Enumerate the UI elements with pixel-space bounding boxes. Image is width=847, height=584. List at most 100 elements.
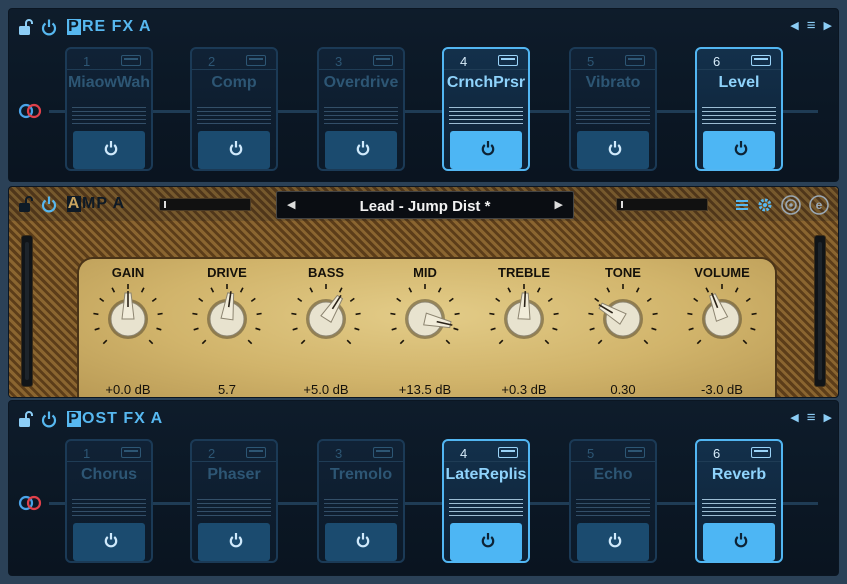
pedal-bypass-switch[interactable]: [73, 523, 145, 561]
pedal-name[interactable]: Tremolo: [319, 466, 403, 484]
amp-knob-mid[interactable]: MID +13.5 dB: [376, 259, 474, 397]
link-rings-icon[interactable]: [17, 103, 43, 119]
next-arrow-icon[interactable]: ▶: [824, 20, 832, 32]
pedal-slot[interactable]: 2 Phaser: [190, 439, 278, 563]
pedal-bypass-switch[interactable]: [198, 131, 270, 169]
pedal-name[interactable]: Echo: [571, 466, 655, 484]
pedal-menu-icon[interactable]: [498, 447, 518, 458]
pedal-bypass-switch[interactable]: [198, 523, 270, 561]
knob-dial[interactable]: [286, 279, 366, 359]
power-icon[interactable]: [41, 195, 57, 213]
amp-knob-gain[interactable]: GAIN +0.0 dB: [79, 259, 177, 397]
knob-dial[interactable]: [682, 279, 762, 359]
pedal-slot[interactable]: 5 Echo: [569, 439, 657, 563]
pedal-name[interactable]: LateReplis: [444, 466, 528, 484]
pedal-slot[interactable]: 1 MiaowWah: [65, 47, 153, 171]
menu-icon[interactable]: ≡: [807, 410, 816, 425]
pedal-bypass-switch[interactable]: [703, 523, 775, 561]
link-rings-icon[interactable]: [17, 495, 43, 511]
pedal-bypass-switch[interactable]: [577, 131, 649, 169]
knob-dial[interactable]: [583, 279, 663, 359]
menu-icon[interactable]: [734, 197, 750, 213]
pedal-bypass-switch[interactable]: [325, 523, 397, 561]
pedal-menu-icon[interactable]: [246, 55, 266, 66]
pedal-name[interactable]: Phaser: [192, 466, 276, 484]
stomp-rack: P RE FX A ◀ ≡ ▶ 1 MiaowWah 2 Comp 3 Overdrive 4…: [0, 0, 847, 584]
pedal-menu-icon[interactable]: [625, 447, 645, 458]
pedal-slot[interactable]: 3 Tremolo: [317, 439, 405, 563]
power-icon: [356, 533, 370, 548]
pedal-menu-icon[interactable]: [373, 55, 393, 66]
gear-icon[interactable]: [756, 196, 774, 214]
pedal-name[interactable]: Level: [697, 74, 781, 92]
unlock-icon[interactable]: [17, 195, 33, 213]
pedal-slot[interactable]: 3 Overdrive: [317, 47, 405, 171]
amp-tools: e: [734, 194, 830, 216]
power-icon: [229, 141, 243, 156]
pedal-bypass-switch[interactable]: [703, 131, 775, 169]
pedal-slot[interactable]: 2 Comp: [190, 47, 278, 171]
divider: [697, 69, 781, 70]
next-preset-icon[interactable]: ▶: [555, 198, 563, 211]
power-icon: [734, 141, 748, 156]
pedal-bypass-switch[interactable]: [325, 131, 397, 169]
pedal-bypass-switch[interactable]: [73, 131, 145, 169]
pedal-menu-icon[interactable]: [373, 447, 393, 458]
pedal-slot[interactable]: 6 Level: [695, 47, 783, 171]
pedal-name[interactable]: Reverb: [697, 466, 781, 484]
pedal-bypass-switch[interactable]: [450, 131, 522, 169]
pedal-menu-icon[interactable]: [498, 55, 518, 66]
left-scroll-handle[interactable]: [21, 235, 33, 387]
right-scroll-handle[interactable]: [814, 235, 826, 387]
pedal-menu-icon[interactable]: [246, 447, 266, 458]
prev-arrow-icon[interactable]: ◀: [790, 20, 798, 32]
amp-knob-treble[interactable]: TREBLE +0.3 dB: [475, 259, 573, 397]
pedal-menu-icon[interactable]: [625, 55, 645, 66]
pedal-number: 6: [713, 54, 721, 69]
pedal-bypass-switch[interactable]: [450, 523, 522, 561]
pedal-slot[interactable]: 1 Chorus: [65, 439, 153, 563]
pedal-bypass-switch[interactable]: [577, 523, 649, 561]
pedal-name[interactable]: CrnchPrsr: [444, 74, 528, 92]
knob-dial[interactable]: [88, 279, 168, 359]
pedal-name[interactable]: Vibrato: [571, 74, 655, 92]
pedal-name[interactable]: Chorus: [67, 466, 151, 484]
pedal-menu-icon[interactable]: [121, 55, 141, 66]
prev-arrow-icon[interactable]: ◀: [790, 412, 798, 424]
pedal-name[interactable]: Overdrive: [319, 74, 403, 92]
amp-knob-volume[interactable]: VOLUME -3.0 dB: [673, 259, 771, 397]
pedal-slot[interactable]: 4 CrnchPrsr: [442, 47, 530, 171]
power-icon[interactable]: [41, 18, 57, 36]
divider: [319, 69, 403, 70]
pedal-name[interactable]: Comp: [192, 74, 276, 92]
power-icon[interactable]: [41, 410, 57, 428]
knob-label: GAIN: [111, 265, 145, 280]
menu-icon[interactable]: ≡: [807, 18, 816, 33]
pedal-slot[interactable]: 6 Reverb: [695, 439, 783, 563]
knob-dial[interactable]: [385, 279, 465, 359]
amp-control-panel: GAIN +0.0 dB DRIVE 5.7 BASS +5.0 dB MID +13.5 d…: [79, 259, 775, 397]
amp-knob-drive[interactable]: DRIVE 5.7: [178, 259, 276, 397]
svg-text:e: e: [816, 198, 823, 212]
pedal-slot[interactable]: 4 LateReplis: [442, 439, 530, 563]
power-icon: [734, 533, 748, 548]
amp-knob-bass[interactable]: BASS +5.0 dB: [277, 259, 375, 397]
unlock-icon[interactable]: [17, 410, 33, 428]
unlock-icon[interactable]: [17, 18, 33, 36]
pedal-menu-icon[interactable]: [751, 447, 771, 458]
power-icon: [608, 141, 622, 156]
amp-knob-tone[interactable]: TONE 0.30: [574, 259, 672, 397]
pedal-name[interactable]: MiaowWah: [67, 74, 151, 92]
next-arrow-icon[interactable]: ▶: [824, 412, 832, 424]
pedal-grill: [197, 107, 271, 125]
preset-selector[interactable]: ◀ Lead - Jump Dist * ▶: [276, 191, 574, 219]
pedal-menu-icon[interactable]: [121, 447, 141, 458]
target-icon[interactable]: [780, 194, 802, 216]
pedal-grill: [449, 499, 523, 517]
pedal-menu-icon[interactable]: [751, 55, 771, 66]
knob-dial[interactable]: [187, 279, 267, 359]
pedal-number: 1: [83, 446, 91, 461]
pedal-slot[interactable]: 5 Vibrato: [569, 47, 657, 171]
knob-dial[interactable]: [484, 279, 564, 359]
edit-e-icon[interactable]: e: [808, 194, 830, 216]
